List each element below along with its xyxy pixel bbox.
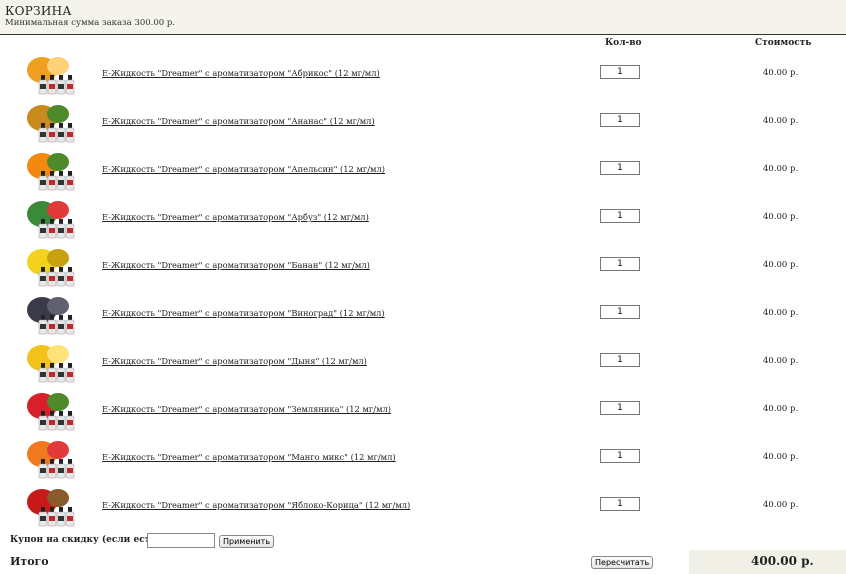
- quantity-input[interactable]: [600, 113, 640, 127]
- product-link[interactable]: E-Жидкость "Dreamer" с ароматизатором "Б…: [102, 260, 370, 270]
- total-box: 400.00 р.: [689, 550, 846, 574]
- strawberry-icon: [27, 393, 75, 431]
- item-price: 40.00 р.: [763, 260, 799, 270]
- quantity-input[interactable]: [600, 305, 640, 319]
- apply-coupon-button[interactable]: Применить: [219, 535, 275, 548]
- quantity-input[interactable]: [600, 401, 640, 415]
- column-header-cost: Стоимость: [755, 38, 812, 48]
- item-price: 40.00 р.: [763, 308, 799, 318]
- pineapple-icon: [27, 105, 75, 143]
- coupon-label: Купон на скидку (если есть):: [10, 535, 164, 545]
- item-price: 40.00 р.: [763, 356, 799, 366]
- page-title: КОРЗИНА: [5, 4, 72, 18]
- product-link[interactable]: E-Жидкость "Dreamer" с ароматизатором "А…: [102, 68, 380, 78]
- cart-item-row: E-Жидкость "Dreamer" с ароматизатором "А…: [0, 193, 846, 241]
- cart-item-row: E-Жидкость "Dreamer" с ароматизатором "В…: [0, 289, 846, 337]
- quantity-input[interactable]: [600, 353, 640, 367]
- product-link[interactable]: E-Жидкость "Dreamer" с ароматизатором "А…: [102, 212, 369, 222]
- watermelon-icon: [27, 201, 75, 239]
- coupon-input[interactable]: [147, 533, 215, 548]
- item-price: 40.00 р.: [763, 212, 799, 222]
- quantity-input[interactable]: [600, 497, 640, 511]
- apple-cinnamon-icon: [27, 489, 75, 527]
- quantity-input[interactable]: [600, 257, 640, 271]
- product-link[interactable]: E-Жидкость "Dreamer" с ароматизатором "Д…: [102, 356, 367, 366]
- quantity-input[interactable]: [600, 161, 640, 175]
- item-price: 40.00 р.: [763, 116, 799, 126]
- product-link[interactable]: E-Жидкость "Dreamer" с ароматизатором "М…: [102, 452, 396, 462]
- total-label: Итого: [10, 555, 49, 568]
- orange-icon: [27, 153, 75, 191]
- cart-item-row: E-Жидкость "Dreamer" с ароматизатором "Б…: [0, 241, 846, 289]
- column-header-qty: Кол-во: [605, 38, 642, 48]
- melon-icon: [27, 345, 75, 383]
- item-price: 40.00 р.: [763, 68, 799, 78]
- item-price: 40.00 р.: [763, 164, 799, 174]
- item-price: 40.00 р.: [763, 452, 799, 462]
- cart-item-row: E-Жидкость "Dreamer" с ароматизатором "Я…: [0, 481, 846, 529]
- grape-icon: [27, 297, 75, 335]
- quantity-input[interactable]: [600, 449, 640, 463]
- recalculate-button[interactable]: Пересчитать: [591, 556, 654, 569]
- cart-item-row: E-Жидкость "Dreamer" с ароматизатором "А…: [0, 145, 846, 193]
- item-price: 40.00 р.: [763, 404, 799, 414]
- quantity-input[interactable]: [600, 209, 640, 223]
- cart-item-row: E-Жидкость "Dreamer" с ароматизатором "Д…: [0, 337, 846, 385]
- product-link[interactable]: E-Жидкость "Dreamer" с ароматизатором "З…: [102, 404, 391, 414]
- apricot-icon: [27, 57, 75, 95]
- cart-header: КОРЗИНА Минимальная сумма заказа 300.00 …: [0, 0, 846, 35]
- cart-items-list: E-Жидкость "Dreamer" с ароматизатором "А…: [0, 49, 846, 529]
- cart-item-row: E-Жидкость "Dreamer" с ароматизатором "А…: [0, 97, 846, 145]
- item-price: 40.00 р.: [763, 500, 799, 510]
- total-amount: 400.00 р.: [751, 554, 814, 568]
- quantity-input[interactable]: [600, 65, 640, 79]
- cart-item-row: E-Жидкость "Dreamer" с ароматизатором "З…: [0, 385, 846, 433]
- banana-icon: [27, 249, 75, 287]
- cart-item-row: E-Жидкость "Dreamer" с ароматизатором "М…: [0, 433, 846, 481]
- mango-icon: [27, 441, 75, 479]
- product-link[interactable]: E-Жидкость "Dreamer" с ароматизатором "А…: [102, 164, 385, 174]
- product-link[interactable]: E-Жидкость "Dreamer" с ароматизатором "Я…: [102, 500, 410, 510]
- product-link[interactable]: E-Жидкость "Dreamer" с ароматизатором "А…: [102, 116, 375, 126]
- min-order-note: Минимальная сумма заказа 300.00 р.: [5, 18, 176, 28]
- product-link[interactable]: E-Жидкость "Dreamer" с ароматизатором "В…: [102, 308, 385, 318]
- cart-item-row: E-Жидкость "Dreamer" с ароматизатором "А…: [0, 49, 846, 97]
